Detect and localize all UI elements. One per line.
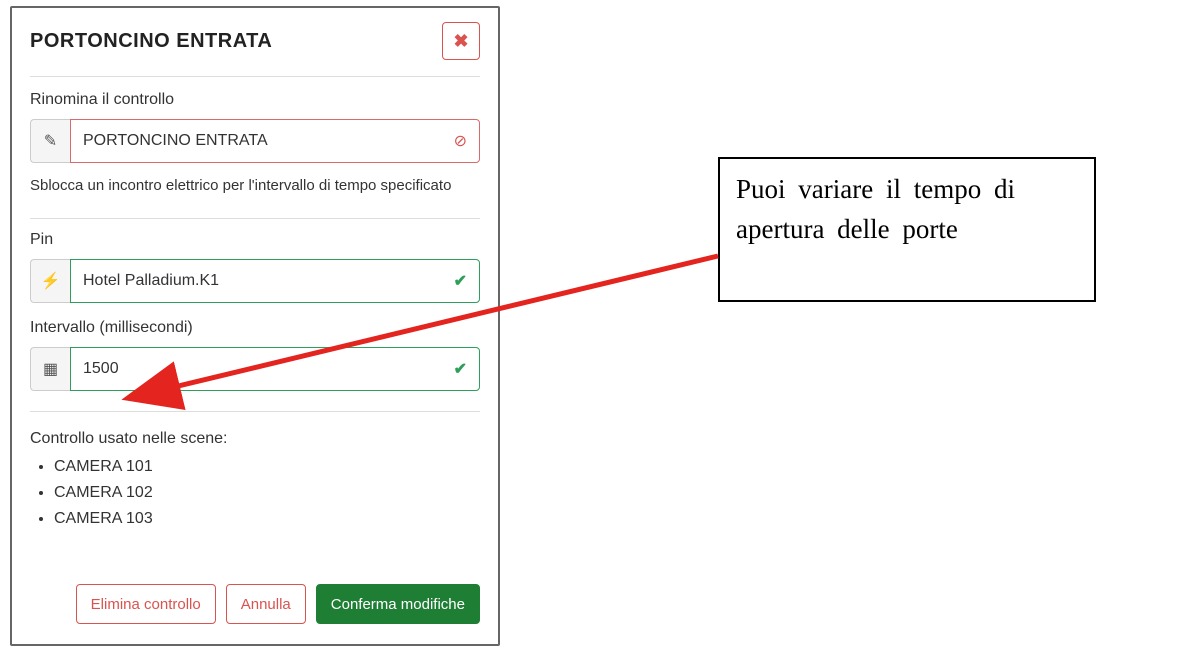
rename-input-group: ✎ PORTONCINO ENTRATA ⊘ (30, 119, 480, 163)
interval-input-group: ▦ 1500 ✔ (30, 347, 480, 391)
scenes-heading: Controllo usato nelle scene: (30, 430, 480, 448)
edit-control-dialog: PORTONCINO ENTRATA ✖ Rinomina il control… (10, 6, 500, 646)
dialog-title: PORTONCINO ENTRATA (30, 30, 272, 53)
delete-button[interactable]: Elimina controllo (76, 584, 216, 624)
plug-icon: ⚡ (30, 259, 70, 303)
pin-input-group: ⚡ Hotel Palladium.K1 ✔ (30, 259, 480, 303)
rename-label: Rinomina il controllo (30, 91, 480, 109)
list-item: CAMERA 101 (54, 454, 480, 480)
interval-input[interactable]: 1500 ✔ (70, 347, 480, 391)
check-icon: ✔ (454, 359, 467, 379)
annotation-box: Puoi variare il tempo di apertura delle … (718, 157, 1096, 302)
annotation-text: Puoi variare il tempo di apertura delle … (736, 169, 1078, 249)
dialog-header: PORTONCINO ENTRATA ✖ (30, 22, 480, 60)
rename-value: PORTONCINO ENTRATA (83, 132, 268, 150)
cancel-button[interactable]: Annulla (226, 584, 306, 624)
divider (30, 218, 480, 219)
divider (30, 76, 480, 77)
confirm-button[interactable]: Conferma modifiche (316, 584, 480, 624)
rename-input[interactable]: PORTONCINO ENTRATA ⊘ (70, 119, 480, 163)
interval-value: 1500 (83, 360, 119, 378)
pin-input[interactable]: Hotel Palladium.K1 ✔ (70, 259, 480, 303)
divider (30, 411, 480, 412)
edit-icon: ✎ (30, 119, 70, 163)
warning-icon: ⊘ (454, 131, 467, 151)
scenes-list: CAMERA 101 CAMERA 102 CAMERA 103 (54, 454, 480, 532)
helper-text: Sblocca un incontro elettrico per l'inte… (30, 177, 480, 194)
close-icon: ✖ (453, 31, 468, 52)
list-item: CAMERA 102 (54, 480, 480, 506)
dialog-footer: Elimina controllo Annulla Conferma modif… (30, 574, 480, 624)
pin-label: Pin (30, 231, 480, 249)
calculator-icon: ▦ (30, 347, 70, 391)
check-icon: ✔ (454, 271, 467, 291)
interval-label: Intervallo (millisecondi) (30, 319, 480, 337)
list-item: CAMERA 103 (54, 506, 480, 532)
close-button[interactable]: ✖ (442, 22, 480, 60)
pin-value: Hotel Palladium.K1 (83, 272, 219, 290)
